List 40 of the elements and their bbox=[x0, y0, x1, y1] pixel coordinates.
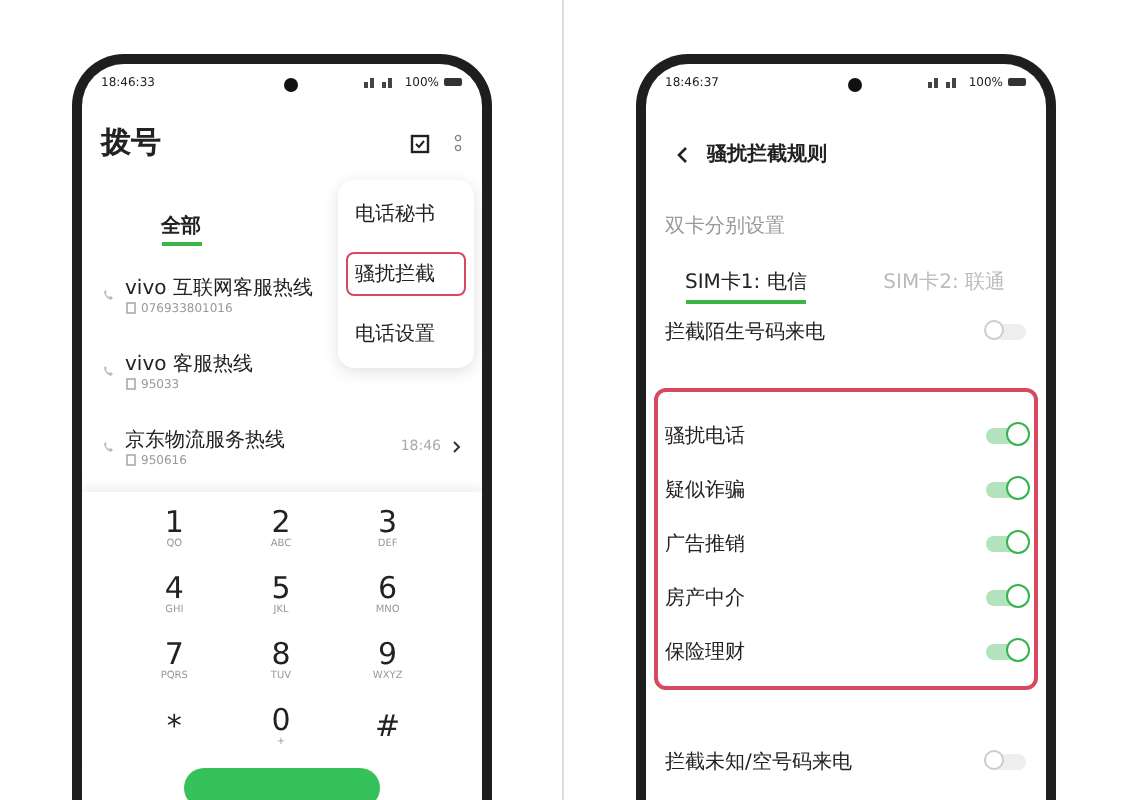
phone-icon bbox=[101, 363, 115, 377]
call-button[interactable] bbox=[183, 768, 379, 800]
toggle-switch[interactable] bbox=[985, 589, 1025, 605]
section-label: 双卡分别设置 bbox=[665, 213, 787, 240]
dial-key[interactable]: # bbox=[334, 694, 441, 760]
page-title: 拨号 bbox=[101, 124, 161, 162]
sim-icon bbox=[125, 302, 135, 314]
menu-item[interactable]: 骚扰拦截 bbox=[345, 252, 465, 296]
back-icon[interactable] bbox=[675, 145, 687, 163]
camera-icon bbox=[847, 78, 861, 92]
phone-icon bbox=[101, 287, 115, 301]
toggle-switch[interactable] bbox=[985, 643, 1025, 659]
menu-item[interactable]: 电话设置 bbox=[345, 312, 465, 356]
camera-icon bbox=[283, 78, 297, 92]
page-title: 骚扰拦截规则 bbox=[707, 141, 827, 168]
dial-key[interactable]: * bbox=[121, 694, 228, 760]
menu-item[interactable]: 电话秘书 bbox=[345, 192, 465, 236]
tab[interactable]: 全部 bbox=[161, 216, 201, 246]
toggle-switch[interactable] bbox=[985, 324, 1025, 340]
setting-label: 房产中介 bbox=[665, 585, 745, 611]
phone-icon bbox=[101, 439, 115, 453]
sim-tab[interactable]: SIM卡1: 电信 bbox=[685, 268, 807, 304]
contact-name[interactable]: 京东物流服务热线 bbox=[125, 425, 391, 453]
battery-icon bbox=[443, 78, 461, 86]
toggle-switch[interactable] bbox=[985, 427, 1025, 443]
toggle-switch[interactable] bbox=[985, 481, 1025, 497]
sim-icon bbox=[125, 378, 135, 390]
setting-label: 拦截未知/空号码来电 bbox=[665, 749, 852, 776]
sim-icon bbox=[125, 454, 135, 466]
chevron-icon[interactable] bbox=[451, 439, 461, 453]
checkbox-icon[interactable] bbox=[409, 133, 429, 153]
toggle-switch[interactable] bbox=[985, 754, 1025, 770]
setting-label: 骚扰电话 bbox=[665, 423, 745, 449]
battery-icon bbox=[1007, 78, 1025, 86]
setting-label: 保险理财 bbox=[665, 639, 745, 665]
more-icon[interactable] bbox=[453, 133, 461, 153]
setting-label: 广告推销 bbox=[665, 531, 745, 557]
toggle-switch[interactable] bbox=[985, 535, 1025, 551]
setting-label: 拦截陌生号码来电 bbox=[665, 319, 825, 346]
setting-label: 疑似诈骗 bbox=[665, 477, 745, 503]
